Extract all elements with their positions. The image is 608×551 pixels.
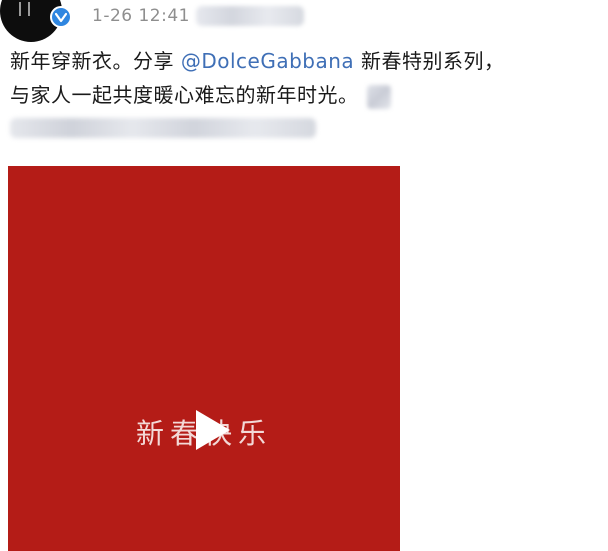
blurred-text-line (10, 118, 316, 138)
verified-badge-icon (50, 6, 72, 28)
play-icon[interactable] (190, 406, 234, 454)
mention-link[interactable]: @DolceGabbana (181, 49, 354, 73)
blurred-source-text (196, 6, 304, 26)
post-text-prefix: 新年穿新衣。分享 (10, 49, 181, 73)
video-player[interactable]: 新春快乐 (8, 166, 400, 551)
post-text-line-2: 与家人一起共度暖心难忘的新年时光。 (10, 78, 600, 112)
weibo-post: 1-26 12:41 新年穿新衣。分享 @DolceGabbana 新春特别系列… (0, 0, 608, 551)
post-text: 新年穿新衣。分享 @DolceGabbana 新春特别系列， 与家人一起共度暖心… (10, 44, 600, 112)
post-text-line-1: 新年穿新衣。分享 @DolceGabbana 新春特别系列， (10, 44, 600, 78)
post-text-line-2-content: 与家人一起共度暖心难忘的新年时光。 (10, 83, 359, 107)
blurred-emoji (366, 84, 391, 109)
logo-glyph (19, 2, 30, 16)
post-text-suffix: 新春特别系列， (354, 49, 505, 73)
post-timestamp: 1-26 12:41 (92, 6, 190, 26)
